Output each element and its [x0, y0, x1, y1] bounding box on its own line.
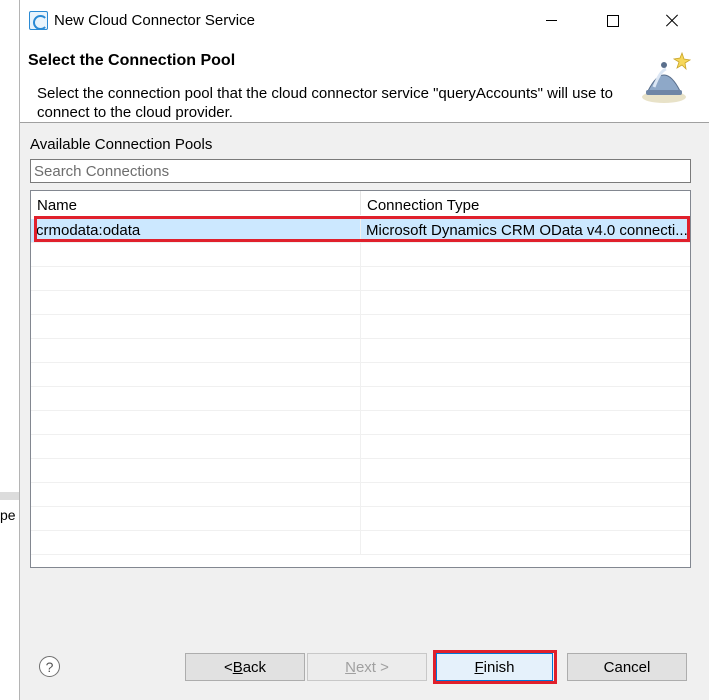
maximize-button[interactable]	[590, 0, 636, 41]
minimize-icon	[545, 20, 557, 21]
empty-table-row	[31, 459, 690, 483]
new-cloud-connector-service-dialog: New Cloud Connector Service Select the C…	[19, 0, 709, 700]
search-connections-input[interactable]	[30, 159, 691, 183]
empty-table-row	[31, 291, 690, 315]
empty-table-row	[31, 339, 690, 363]
available-pools-label: Available Connection Pools	[30, 136, 213, 153]
empty-table-row	[31, 243, 690, 267]
finish-button[interactable]: Finish	[436, 653, 553, 681]
connection-pools-table[interactable]: Name Connection Type crmodata:odata Micr…	[30, 190, 691, 568]
empty-table-row	[31, 531, 690, 555]
column-header-name[interactable]: Name	[31, 191, 361, 215]
minimize-button[interactable]	[528, 0, 574, 41]
empty-table-row	[31, 411, 690, 435]
wizard-banner: Select the Connection Pool Select the co…	[20, 41, 709, 123]
empty-table-row	[31, 363, 690, 387]
empty-table-row	[31, 435, 690, 459]
page-description: Select the connection pool that the clou…	[37, 85, 613, 121]
table-row[interactable]: crmodata:odata Microsoft Dynamics CRM OD…	[31, 219, 690, 243]
empty-table-row	[31, 483, 690, 507]
cancel-button[interactable]: Cancel	[567, 653, 687, 681]
column-header-connection-type[interactable]: Connection Type	[361, 191, 690, 215]
empty-table-row	[31, 507, 690, 531]
back-mnemonic: B	[232, 658, 243, 676]
next-label-rest: ext >	[355, 658, 389, 676]
finish-mnemonic: F	[474, 658, 484, 676]
title-bar[interactable]: New Cloud Connector Service	[20, 0, 709, 41]
next-mnemonic: N	[345, 658, 356, 676]
empty-table-row	[31, 387, 690, 411]
close-button[interactable]	[648, 0, 694, 41]
row-name-cell: crmodata:odata	[31, 219, 361, 242]
maximize-icon	[607, 14, 619, 27]
back-prefix: <	[223, 658, 233, 676]
finish-label-rest: inish	[483, 658, 515, 676]
page-title: Select the Connection Pool	[28, 52, 236, 69]
close-icon	[664, 14, 678, 28]
back-label-rest: ack	[242, 658, 267, 676]
background-app	[0, 0, 20, 700]
window-title: New Cloud Connector Service	[54, 12, 255, 29]
back-button[interactable]: < Back	[185, 653, 305, 681]
empty-table-row	[31, 267, 690, 291]
row-connection-type-cell: Microsoft Dynamics CRM OData v4.0 connec…	[366, 222, 688, 239]
table-header: Name Connection Type	[31, 191, 690, 215]
empty-table-row	[31, 315, 690, 339]
help-icon[interactable]: ?	[39, 656, 60, 677]
app-icon	[29, 11, 48, 30]
background-text-fragment: pe	[0, 507, 16, 523]
service-bell-icon	[642, 51, 692, 103]
next-button[interactable]: Next >	[307, 653, 427, 681]
background-toolbar-strip	[0, 492, 20, 500]
